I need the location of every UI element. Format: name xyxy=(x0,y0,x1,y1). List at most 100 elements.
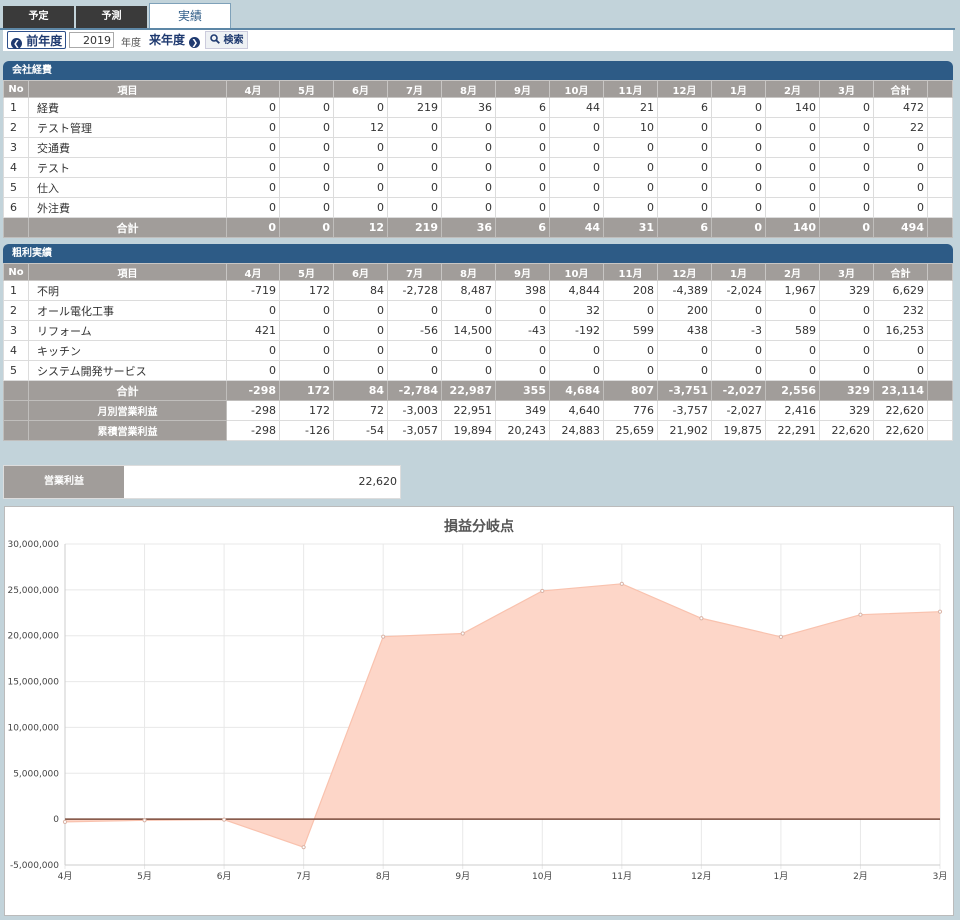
table-cell-spacer xyxy=(927,320,953,341)
data-point xyxy=(540,588,545,594)
total-row-cell: -2,784 xyxy=(387,380,442,401)
table-cell: キッチン xyxy=(28,340,227,361)
gross-profit-title: 粗利実績 xyxy=(3,244,953,263)
row-spacer xyxy=(927,217,953,238)
column-header: 合計 xyxy=(873,80,928,98)
total-row-cell: 0 xyxy=(279,217,334,238)
table-cell: 6 xyxy=(495,97,550,118)
column-header: 5月 xyxy=(279,80,334,98)
data-point xyxy=(221,817,227,822)
column-header: 1月 xyxy=(711,80,766,98)
table-cell: 0 xyxy=(495,300,550,321)
operating-profit-label: 営業利益 xyxy=(4,466,124,498)
table-cell: 219 xyxy=(387,97,442,118)
table-cell: 84 xyxy=(333,280,388,301)
cumulative-op-row-cell: -126 xyxy=(279,420,334,441)
table-cell: 0 xyxy=(279,97,334,118)
table-cell: 0 xyxy=(279,197,334,218)
column-header: 11月 xyxy=(603,80,658,98)
table-cell: 交通費 xyxy=(28,137,227,158)
table-cell: 0 xyxy=(226,117,280,138)
x-tick-label: 5月 xyxy=(137,871,152,882)
monthly-op-row: 月別営業利益 -298 172 72 -3,003 22,951 349 4,640 776 -3… xyxy=(3,400,953,421)
total-row-cell: 23,114 xyxy=(873,380,928,401)
tab-actual[interactable]: 実績 xyxy=(149,3,231,29)
column-header: 5月 xyxy=(279,263,334,281)
table-cell: 0 xyxy=(441,177,496,198)
tab-forecast[interactable]: 予測 xyxy=(76,6,147,28)
table-cell: 0 xyxy=(765,137,820,158)
table-cell: 0 xyxy=(819,117,874,138)
chevron-right-icon: ❯ xyxy=(189,37,201,48)
prev-year-button[interactable]: ❮ 前年度 xyxy=(7,31,67,49)
table-cell: 0 xyxy=(765,340,820,361)
total-row-label: 合計 xyxy=(28,380,227,401)
x-tick-label: 10月 xyxy=(532,871,552,882)
table-cell: 589 xyxy=(765,320,820,341)
table-cell: 3 xyxy=(3,137,29,158)
x-tick-label: 6月 xyxy=(217,871,232,882)
table-cell: 0 xyxy=(495,157,550,178)
table-row: 5 仕入 0 0 0 0 0 0 0 0 0 0 0 0 0 xyxy=(3,177,953,198)
total-row: 合計 0 0 12 219 36 6 44 31 6 0 140 0 494 xyxy=(3,217,953,238)
table-cell: 0 xyxy=(441,340,496,361)
column-header: 10月 xyxy=(549,80,604,98)
table-cell: 5 xyxy=(3,360,29,381)
total-row: 合計 -298 172 84 -2,784 22,987 355 4,684 807 -3,751… xyxy=(3,380,953,401)
table-cell: 0 xyxy=(279,137,334,158)
table-cell: 6 xyxy=(3,197,29,218)
table-cell: 398 xyxy=(495,280,550,301)
table-cell: 0 xyxy=(333,97,388,118)
table-cell: 0 xyxy=(441,197,496,218)
table-cell: 0 xyxy=(226,300,280,321)
tab-plan[interactable]: 予定 xyxy=(3,6,74,28)
monthly-op-row-cell: 172 xyxy=(279,400,334,421)
table-cell: 0 xyxy=(603,340,658,361)
column-header: 8月 xyxy=(441,263,496,281)
gross-profit-table: No 項目 4月 5月 6月 7月 8月 9月 10月 11月 12月 1月 2月 3月 合計 1 不明 -71… xyxy=(3,263,953,441)
table-cell: 0 xyxy=(549,177,604,198)
table-cell: 0 xyxy=(765,197,820,218)
table-cell: テスト管理 xyxy=(28,117,227,138)
table-cell-spacer xyxy=(927,137,953,158)
table-row: 4 テスト 0 0 0 0 0 0 0 0 0 0 0 0 0 xyxy=(3,157,953,178)
next-year-label: 来年度 xyxy=(149,33,186,47)
table-cell: 140 xyxy=(765,97,820,118)
table-cell-spacer xyxy=(927,197,953,218)
monthly-op-row-cell: -3,757 xyxy=(657,400,712,421)
table-cell: 44 xyxy=(549,97,604,118)
table-cell: 0 xyxy=(279,320,334,341)
search-button[interactable]: 検索 xyxy=(205,31,249,49)
column-header: 2月 xyxy=(765,263,820,281)
column-header: 11月 xyxy=(603,263,658,281)
monthly-op-row-cell: 776 xyxy=(603,400,658,421)
row-spacer xyxy=(3,400,29,421)
table-cell: 232 xyxy=(873,300,928,321)
y-tick-label: 15,000,000 xyxy=(7,678,59,688)
table-cell: -2,728 xyxy=(387,280,442,301)
table-cell: 0 xyxy=(873,360,928,381)
year-input[interactable] xyxy=(69,32,114,48)
next-year-button[interactable]: 来年度 ❯ xyxy=(149,32,201,48)
column-header: 10月 xyxy=(549,263,604,281)
row-spacer xyxy=(3,380,29,401)
table-cell: 0 xyxy=(279,340,334,361)
table-cell-spacer xyxy=(927,340,953,361)
table-cell: 0 xyxy=(765,360,820,381)
table-cell-spacer xyxy=(927,117,953,138)
table-cell: -3 xyxy=(711,320,766,341)
table-cell: 438 xyxy=(657,320,712,341)
row-spacer xyxy=(927,380,953,401)
table-cell: 0 xyxy=(387,197,442,218)
table-row: 3 リフォーム 421 0 0 -56 14,500 -43 -192 599 438 -3 589 0 1… xyxy=(3,320,953,341)
total-row-cell: 4,684 xyxy=(549,380,604,401)
operating-profit-box: 営業利益 22,620 xyxy=(3,465,401,499)
table-cell: 0 xyxy=(819,177,874,198)
table-cell: 0 xyxy=(333,197,388,218)
table-cell: 0 xyxy=(711,117,766,138)
table-cell: 0 xyxy=(279,177,334,198)
table-cell: 0 xyxy=(819,320,874,341)
x-tick-label: 1月 xyxy=(774,871,789,882)
cumulative-op-row-cell: 25,659 xyxy=(603,420,658,441)
table-cell: 0 xyxy=(333,300,388,321)
